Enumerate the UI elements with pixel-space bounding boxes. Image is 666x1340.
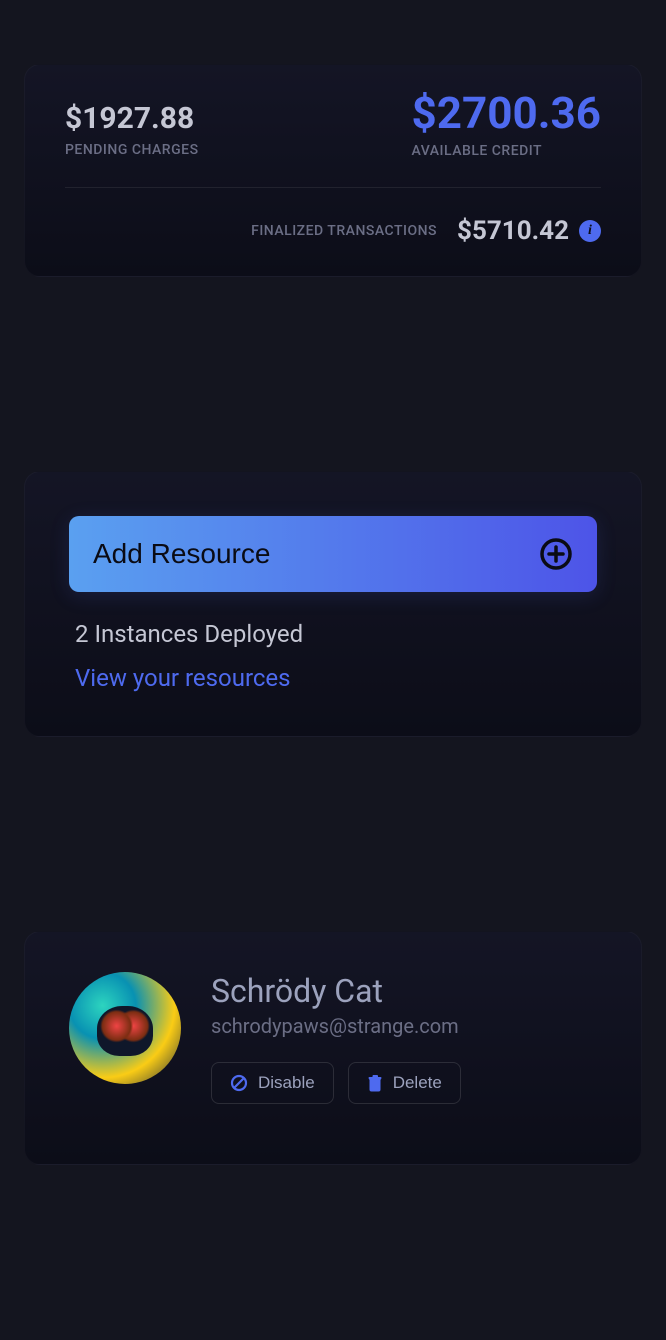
finalized-label: FINALIZED TRANSACTIONS <box>251 223 437 239</box>
disable-button[interactable]: Disable <box>211 1062 334 1104</box>
instances-deployed-text: 2 Instances Deployed <box>75 620 597 648</box>
user-email: schrodypaws@strange.com <box>211 1014 461 1038</box>
user-actions-row: Disable Delete <box>211 1062 461 1104</box>
credit-label: AVAILABLE CREDIT <box>412 143 601 159</box>
pending-charges-block: $1927.88 PENDING CHARGES <box>65 101 199 158</box>
pending-amount: $1927.88 <box>65 101 199 136</box>
balance-top-row: $1927.88 PENDING CHARGES $2700.36 AVAILA… <box>65 101 601 188</box>
pending-label: PENDING CHARGES <box>65 142 199 158</box>
info-icon[interactable]: i <box>579 220 601 242</box>
user-name: Schrödy Cat <box>211 972 461 1010</box>
user-card: Schrödy Cat schrodypaws@strange.com Disa… <box>24 931 642 1165</box>
view-resources-link[interactable]: View your resources <box>75 664 291 692</box>
add-resource-label: Add Resource <box>93 538 270 570</box>
finalized-amount: $5710.42 <box>457 216 569 246</box>
plus-icon <box>539 537 573 571</box>
avatar <box>69 972 181 1084</box>
trash-icon <box>367 1074 383 1092</box>
available-credit-block: $2700.36 AVAILABLE CREDIT <box>412 101 601 159</box>
user-info: Schrödy Cat schrodypaws@strange.com Disa… <box>211 972 461 1104</box>
add-resource-button[interactable]: Add Resource <box>69 516 597 592</box>
delete-label: Delete <box>393 1073 442 1093</box>
resources-card: Add Resource 2 Instances Deployed View y… <box>24 471 642 737</box>
delete-button[interactable]: Delete <box>348 1062 461 1104</box>
balance-card: $1927.88 PENDING CHARGES $2700.36 AVAILA… <box>24 64 642 277</box>
balance-bottom-row: FINALIZED TRANSACTIONS $5710.42 i <box>65 188 601 246</box>
disable-label: Disable <box>258 1073 315 1093</box>
disable-icon <box>230 1074 248 1092</box>
finalized-right: $5710.42 i <box>457 216 601 246</box>
credit-amount: $2700.36 <box>412 91 601 135</box>
